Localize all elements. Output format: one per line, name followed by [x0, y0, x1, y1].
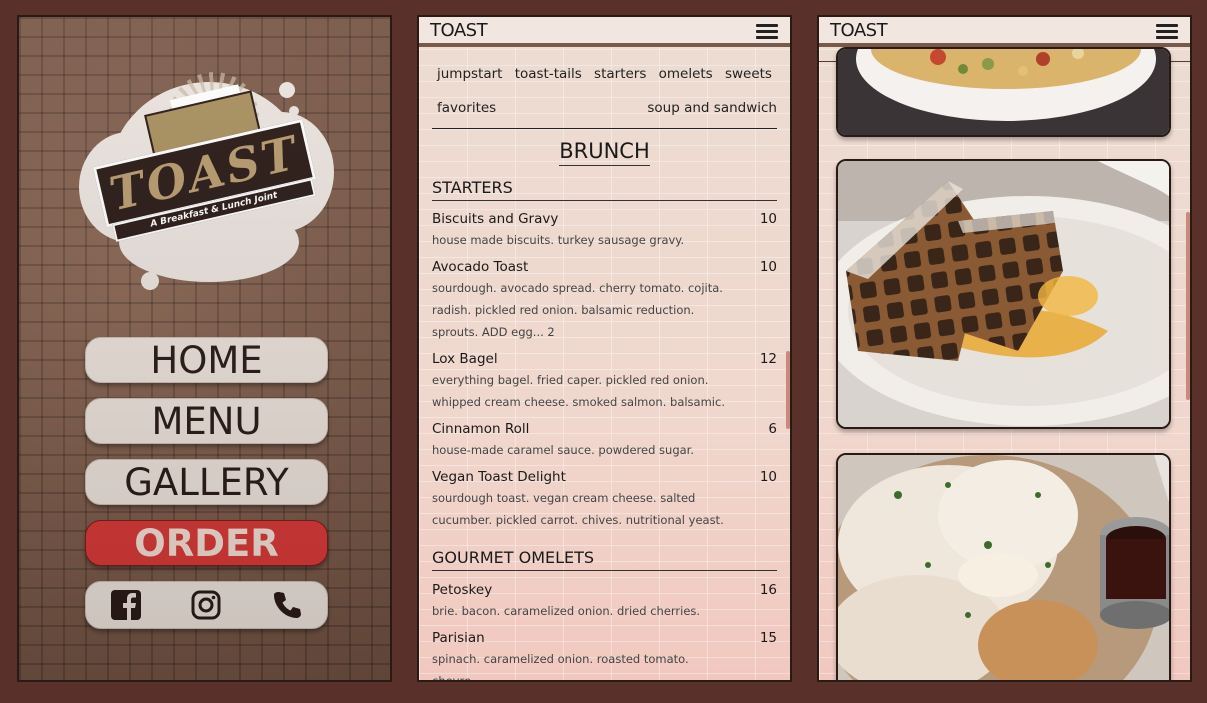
- menu-panel: TOAST jumpstart toast-tails starters ome…: [417, 15, 792, 682]
- item-name: Biscuits and Gravy: [432, 211, 559, 227]
- item-name: Petoskey: [432, 582, 493, 598]
- scrollbar[interactable]: [1186, 212, 1190, 400]
- menu-item: Parisian 15 spinach. caramelized onion. r…: [432, 628, 777, 682]
- menu-button[interactable]: MENU: [85, 398, 328, 444]
- item-price: 10: [759, 259, 777, 275]
- item-name: Parisian: [432, 630, 485, 646]
- home-button[interactable]: HOME: [85, 337, 328, 383]
- item-price: 10: [759, 469, 777, 485]
- instagram-icon[interactable]: [189, 588, 223, 622]
- item-desc: house-made caramel sauce. powdered sugar…: [432, 443, 694, 457]
- item-price: 10: [759, 211, 777, 227]
- item-price: 6: [768, 421, 777, 437]
- section-heading: STARTERS: [432, 178, 777, 201]
- menu-item: Cinnamon Roll 6 house-made caramel sauce.…: [432, 419, 777, 461]
- gallery-button[interactable]: GALLERY: [85, 459, 328, 505]
- hamburger-menu-icon[interactable]: [756, 24, 778, 40]
- section-heading: GOURMET OMELETS: [432, 548, 777, 571]
- item-name: Cinnamon Roll: [432, 421, 530, 437]
- item-name: Vegan Toast Delight: [432, 469, 566, 485]
- menu-item: Biscuits and Gravy 10 house made biscuits…: [432, 209, 777, 251]
- category-soup-and-sandwich[interactable]: soup and sandwich: [647, 100, 777, 116]
- item-name: Avocado Toast: [432, 259, 529, 275]
- waffle-photo[interactable]: [836, 159, 1171, 429]
- menu-item: Petoskey 16 brie. bacon. caramelized onio…: [432, 580, 777, 622]
- logo[interactable]: TOAST A Breakfast & Lunch Joint: [79, 62, 339, 302]
- brand-title[interactable]: TOAST: [830, 20, 888, 41]
- menu-title: BRUNCH: [419, 139, 790, 166]
- category-sweets[interactable]: sweets: [725, 66, 772, 82]
- bowl-photo[interactable]: [836, 47, 1171, 137]
- item-price: 15: [759, 630, 777, 646]
- item-desc: everything bagel. fried caper. pickled r…: [432, 373, 725, 409]
- item-desc: house made biscuits. turkey sausage grav…: [432, 233, 685, 247]
- category-toast-tails[interactable]: toast-tails: [515, 66, 582, 82]
- item-price: 16: [759, 582, 777, 598]
- category-nav: jumpstart toast-tails starters omelets s…: [432, 57, 777, 125]
- home-panel: TOAST A Breakfast & Lunch Joint HOME MEN…: [17, 15, 392, 682]
- order-button[interactable]: ORDER: [85, 520, 328, 566]
- main-nav: HOME MENU GALLERY ORDER: [85, 337, 328, 629]
- category-starters[interactable]: starters: [594, 66, 646, 82]
- phone-icon[interactable]: [270, 588, 304, 622]
- hamburger-menu-icon[interactable]: [1156, 24, 1178, 40]
- item-desc: sourdough toast. vegan cream cheese. sal…: [432, 491, 724, 527]
- menu-item: Vegan Toast Delight 10 sourdough toast. v…: [432, 467, 777, 531]
- menu-item: Lox Bagel 12 everything bagel. fried cape…: [432, 349, 777, 413]
- menu-item: Avocado Toast 10 sourdough. avocado sprea…: [432, 257, 777, 343]
- item-name: Lox Bagel: [432, 351, 498, 367]
- social-bar: [85, 581, 328, 629]
- item-desc: brie. bacon. caramelized onion. dried ch…: [432, 604, 701, 618]
- top-bar: TOAST: [819, 17, 1190, 47]
- brand-title[interactable]: TOAST: [430, 20, 488, 41]
- biscuits-gravy-photo[interactable]: [836, 453, 1171, 680]
- top-bar: TOAST: [419, 17, 790, 47]
- gallery-panel: TOAST: [817, 15, 1192, 682]
- category-jumpstart[interactable]: jumpstart: [437, 66, 502, 82]
- item-price: 12: [759, 351, 777, 367]
- category-omelets[interactable]: omelets: [659, 66, 713, 82]
- item-desc: spinach. caramelized onion. roasted toma…: [432, 652, 689, 682]
- scrollbar[interactable]: [786, 351, 790, 429]
- category-favorites[interactable]: favorites: [437, 100, 496, 116]
- item-desc: sourdough. avocado spread. cherry tomato…: [432, 281, 723, 339]
- facebook-icon[interactable]: [109, 588, 143, 622]
